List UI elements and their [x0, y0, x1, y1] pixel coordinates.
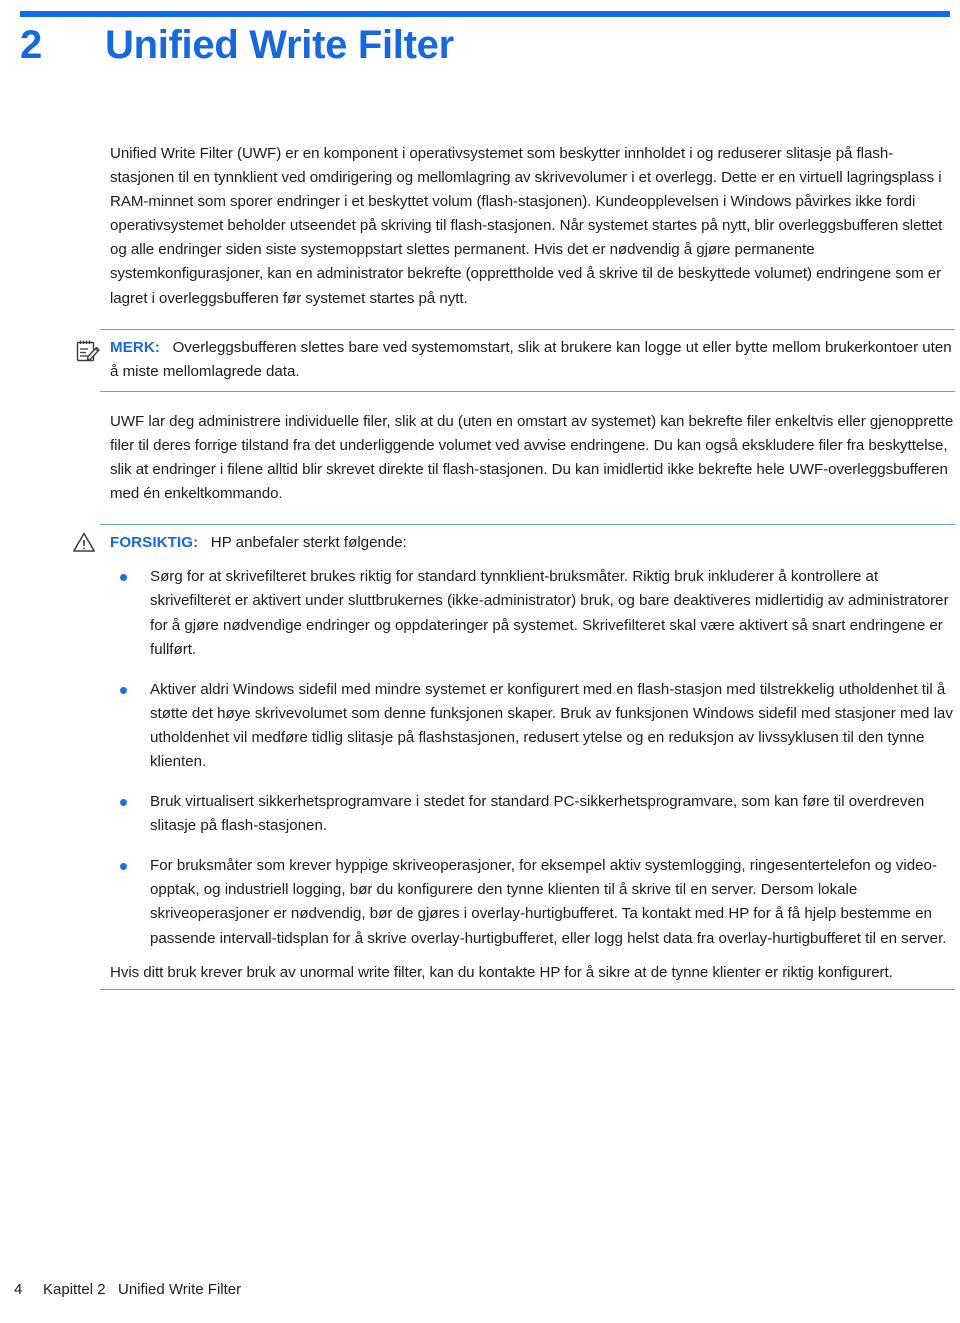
note-pad-pencil-icon	[75, 338, 101, 364]
note-text: Overleggsbufferen slettes bare ved syste…	[110, 338, 952, 380]
list-item-text: Bruk virtualisert sikkerhetsprogramvare …	[150, 793, 925, 835]
note-label: MERK:	[110, 338, 160, 356]
footer-chapter-label: Kapittel 2 Unified Write Filter	[43, 1280, 242, 1298]
page-footer: 4 Kapittel 2 Unified Write Filter	[0, 1277, 960, 1301]
list-item: For bruksmåter som krever hyppige skrive…	[110, 854, 955, 950]
list-item: Aktiver aldri Windows sidefil med mindre…	[110, 678, 955, 774]
list-item-text: Sørg for at skrivefilteret brukes riktig…	[150, 568, 949, 658]
bullet-dot-icon	[120, 863, 127, 871]
note-rule-bottom	[100, 390, 955, 392]
intro-paragraph: Unified Write Filter (UWF) er en kompone…	[110, 145, 943, 307]
uwf-paragraph: UWF lar deg administrere individuelle fi…	[110, 412, 954, 503]
bullet-dot-icon	[120, 574, 127, 582]
caution-rule-bottom	[100, 988, 955, 990]
list-item-text: Aktiver aldri Windows sidefil med mindre…	[150, 680, 953, 770]
body-column: Unified Write Filter (UWF) er en kompone…	[73, 142, 955, 990]
list-item-text: For bruksmåter som krever hyppige skrive…	[150, 857, 947, 947]
warning-triangle-icon	[72, 531, 98, 557]
list-item: Bruk virtualisert sikkerhetsprogramvare …	[110, 790, 955, 838]
bullet-dot-icon	[120, 799, 127, 807]
page-title: Unified Write Filter	[105, 23, 454, 67]
caution-label: FORSIKTIG:	[110, 534, 199, 552]
document-page: 2 Unified Write Filter Unified Write Fil…	[0, 0, 960, 1323]
note-admonition: MERK: Overleggsbufferen slettes bare ved…	[76, 328, 955, 392]
bullet-dot-icon	[120, 686, 127, 694]
caution-admonition: FORSIKTIG: HP anbefaler sterkt følgende:…	[73, 524, 955, 990]
chapter-top-rule	[20, 11, 950, 17]
list-item: Sørg for at skrivefilteret brukes riktig…	[110, 565, 955, 661]
caution-text: HP anbefaler sterkt følgende:	[210, 534, 407, 552]
chapter-heading: 2 Unified Write Filter	[20, 22, 950, 68]
chapter-number: 2	[20, 23, 42, 67]
caution-bullet-list: Sørg for at skrivefilteret brukes riktig…	[110, 565, 955, 950]
footer-page-number: 4	[14, 1280, 23, 1298]
closing-paragraph: Hvis ditt bruk krever bruk av unormal wr…	[110, 963, 893, 981]
